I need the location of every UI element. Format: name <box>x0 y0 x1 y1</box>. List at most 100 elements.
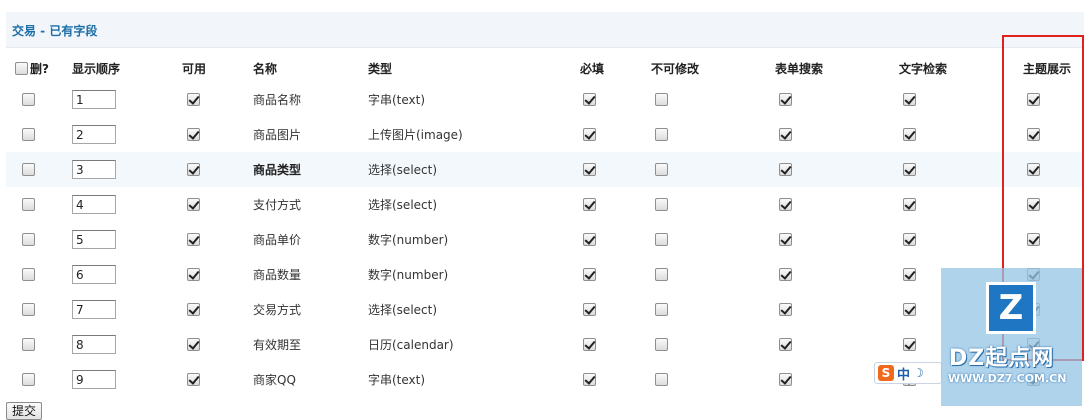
enabled-checkbox[interactable] <box>187 163 200 176</box>
ime-language-indicator[interactable]: 中 <box>897 364 910 383</box>
enabled-cell <box>187 362 200 397</box>
ime-moon-icon[interactable]: ☽ <box>913 366 924 380</box>
header-name: 名称 <box>253 62 278 76</box>
form-search-checkbox[interactable] <box>779 163 792 176</box>
delete-checkbox[interactable] <box>22 303 35 316</box>
form-search-checkbox[interactable] <box>779 198 792 211</box>
form-search-checkbox[interactable] <box>779 128 792 141</box>
unchangeable-checkbox[interactable] <box>655 268 668 281</box>
delete-checkbox[interactable] <box>22 163 35 176</box>
required-checkbox[interactable] <box>583 303 596 316</box>
header-enabled: 可用 <box>182 62 207 76</box>
required-checkbox[interactable] <box>583 93 596 106</box>
delete-checkbox[interactable] <box>22 93 35 106</box>
delete-checkbox[interactable] <box>22 128 35 141</box>
enabled-checkbox[interactable] <box>187 233 200 246</box>
field-name: 商品类型 <box>253 163 302 177</box>
text-search-checkbox[interactable] <box>903 93 916 106</box>
section-header: 交易 - 已有字段 <box>6 12 1084 48</box>
field-type-cell: 数字(number) <box>368 222 448 257</box>
topic-display-checkbox[interactable] <box>1027 233 1040 246</box>
text-search-checkbox[interactable] <box>903 128 916 141</box>
ime-toolbar[interactable]: S 中 ☽ <box>874 362 942 384</box>
display-order-input[interactable] <box>72 370 116 389</box>
display-order-input[interactable] <box>72 230 116 249</box>
form-search-checkbox[interactable] <box>779 268 792 281</box>
form-search-checkbox[interactable] <box>779 303 792 316</box>
order-cell <box>72 327 116 362</box>
required-cell <box>583 82 596 117</box>
delete-checkbox[interactable] <box>22 338 35 351</box>
table-row: 商品单价 数字(number) <box>6 222 1084 257</box>
text-search-checkbox[interactable] <box>903 268 916 281</box>
unchangeable-checkbox[interactable] <box>655 303 668 316</box>
field-name: 交易方式 <box>253 303 302 317</box>
enabled-checkbox[interactable] <box>187 198 200 211</box>
form-search-cell <box>779 362 792 397</box>
text-search-checkbox[interactable] <box>903 303 916 316</box>
required-cell <box>583 327 596 362</box>
submit-button[interactable]: 提交 <box>6 402 43 420</box>
unchangeable-checkbox[interactable] <box>655 373 668 386</box>
delete-checkbox[interactable] <box>22 233 35 246</box>
display-order-input[interactable] <box>72 335 116 354</box>
delete-cell <box>22 292 35 327</box>
form-search-checkbox[interactable] <box>779 338 792 351</box>
display-order-input[interactable] <box>72 265 116 284</box>
delete-checkbox[interactable] <box>22 268 35 281</box>
unchangeable-checkbox[interactable] <box>655 198 668 211</box>
form-search-checkbox[interactable] <box>779 373 792 386</box>
field-type-cell: 日历(calendar) <box>368 327 454 362</box>
form-search-checkbox[interactable] <box>779 233 792 246</box>
display-order-input[interactable] <box>72 160 116 179</box>
form-search-cell <box>779 292 792 327</box>
display-order-input[interactable] <box>72 195 116 214</box>
topic-display-cell <box>1027 82 1040 117</box>
unchangeable-cell <box>655 117 668 152</box>
header-delete-label: 删? <box>30 62 49 76</box>
field-name-cell: 交易方式 <box>253 292 301 327</box>
enabled-checkbox[interactable] <box>187 128 200 141</box>
required-checkbox[interactable] <box>583 198 596 211</box>
required-checkbox[interactable] <box>583 373 596 386</box>
field-type: 数字(number) <box>368 268 449 282</box>
unchangeable-checkbox[interactable] <box>655 163 668 176</box>
field-type-cell: 字串(text) <box>368 82 425 117</box>
unchangeable-checkbox[interactable] <box>655 93 668 106</box>
delete-checkbox[interactable] <box>22 198 35 211</box>
display-order-input[interactable] <box>72 300 116 319</box>
enabled-checkbox[interactable] <box>187 303 200 316</box>
display-order-input[interactable] <box>72 90 116 109</box>
topic-display-checkbox[interactable] <box>1027 128 1040 141</box>
required-cell <box>583 292 596 327</box>
required-checkbox[interactable] <box>583 338 596 351</box>
text-search-checkbox[interactable] <box>903 198 916 211</box>
topic-display-checkbox[interactable] <box>1027 198 1040 211</box>
enabled-cell <box>187 222 200 257</box>
unchangeable-checkbox[interactable] <box>655 338 668 351</box>
enabled-checkbox[interactable] <box>187 268 200 281</box>
text-search-checkbox[interactable] <box>903 163 916 176</box>
form-search-checkbox[interactable] <box>779 93 792 106</box>
table-row: 支付方式 选择(select) <box>6 187 1084 222</box>
delete-checkbox[interactable] <box>22 373 35 386</box>
topic-display-checkbox[interactable] <box>1027 163 1040 176</box>
watermark-name: DZ起点网 <box>949 346 1055 371</box>
text-search-checkbox[interactable] <box>903 338 916 351</box>
enabled-checkbox[interactable] <box>187 373 200 386</box>
required-checkbox[interactable] <box>583 268 596 281</box>
enabled-checkbox[interactable] <box>187 338 200 351</box>
display-order-input[interactable] <box>72 125 116 144</box>
header-required: 必填 <box>580 62 605 76</box>
text-search-checkbox[interactable] <box>903 233 916 246</box>
table-row: 商品数量 数字(number) <box>6 257 1084 292</box>
field-type: 选择(select) <box>368 303 438 317</box>
topic-display-checkbox[interactable] <box>1027 93 1040 106</box>
unchangeable-checkbox[interactable] <box>655 128 668 141</box>
enabled-checkbox[interactable] <box>187 93 200 106</box>
required-checkbox[interactable] <box>583 163 596 176</box>
unchangeable-checkbox[interactable] <box>655 233 668 246</box>
required-checkbox[interactable] <box>583 233 596 246</box>
required-checkbox[interactable] <box>583 128 596 141</box>
select-all-checkbox[interactable] <box>15 62 28 75</box>
